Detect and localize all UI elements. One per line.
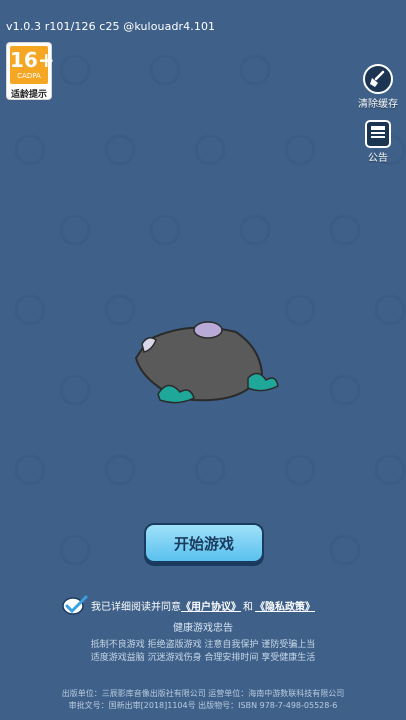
clear-cache-button[interactable]: 清除缓存 xyxy=(354,64,402,110)
user-agreement-link[interactable]: 《用户协议》 xyxy=(181,598,241,613)
version-text: v1.0.3 r101/126 c25 @kulouadr4.101 xyxy=(6,20,216,33)
publisher-line-2: 审批文号：国新出审[2018]1104号 出版物号：ISBN 978-7-498… xyxy=(68,701,338,710)
age-rating-icon: 16+ CADPA xyxy=(10,46,55,84)
age-rating-badge[interactable]: 16+ CADPA 适龄提示 xyxy=(6,42,55,100)
age-number: 16+ xyxy=(10,48,55,72)
agreement-and: 和 xyxy=(243,601,253,613)
health-advice-title: 健康游戏忠告 xyxy=(173,623,233,634)
agreement-prefix: 我已详细阅读并同意 xyxy=(91,601,181,613)
age-org: CADPA xyxy=(17,72,41,80)
age-label: 适龄提示 xyxy=(10,90,47,100)
notice-button[interactable]: 公告 xyxy=(354,120,402,164)
notice-label: 公告 xyxy=(368,153,388,164)
checkbox-checked-icon[interactable] xyxy=(62,594,88,616)
health-advice-line-1: 抵制不良游戏 拒绝盗版游戏 注意自我保护 谨防受骗上当 xyxy=(90,640,316,650)
privacy-policy-link[interactable]: 《隐私政策》 xyxy=(255,598,315,613)
broom-icon xyxy=(363,64,393,94)
mole-character xyxy=(134,321,279,404)
start-game-button[interactable]: 开始游戏 xyxy=(144,523,264,563)
notice-board-icon xyxy=(365,120,391,148)
health-advice-line-2: 适度游戏益脑 沉迷游戏伤身 合理安排时间 享受健康生活 xyxy=(90,653,316,663)
clear-cache-label: 清除缓存 xyxy=(358,99,398,110)
publisher-line-1: 出版单位：三辰影库音像出版社有限公司 运营单位：海南中游数联科技有限公司 xyxy=(61,689,345,698)
agreement-row: 我已详细阅读并同意 《用户协议》 和 《隐私政策》 xyxy=(62,594,362,616)
